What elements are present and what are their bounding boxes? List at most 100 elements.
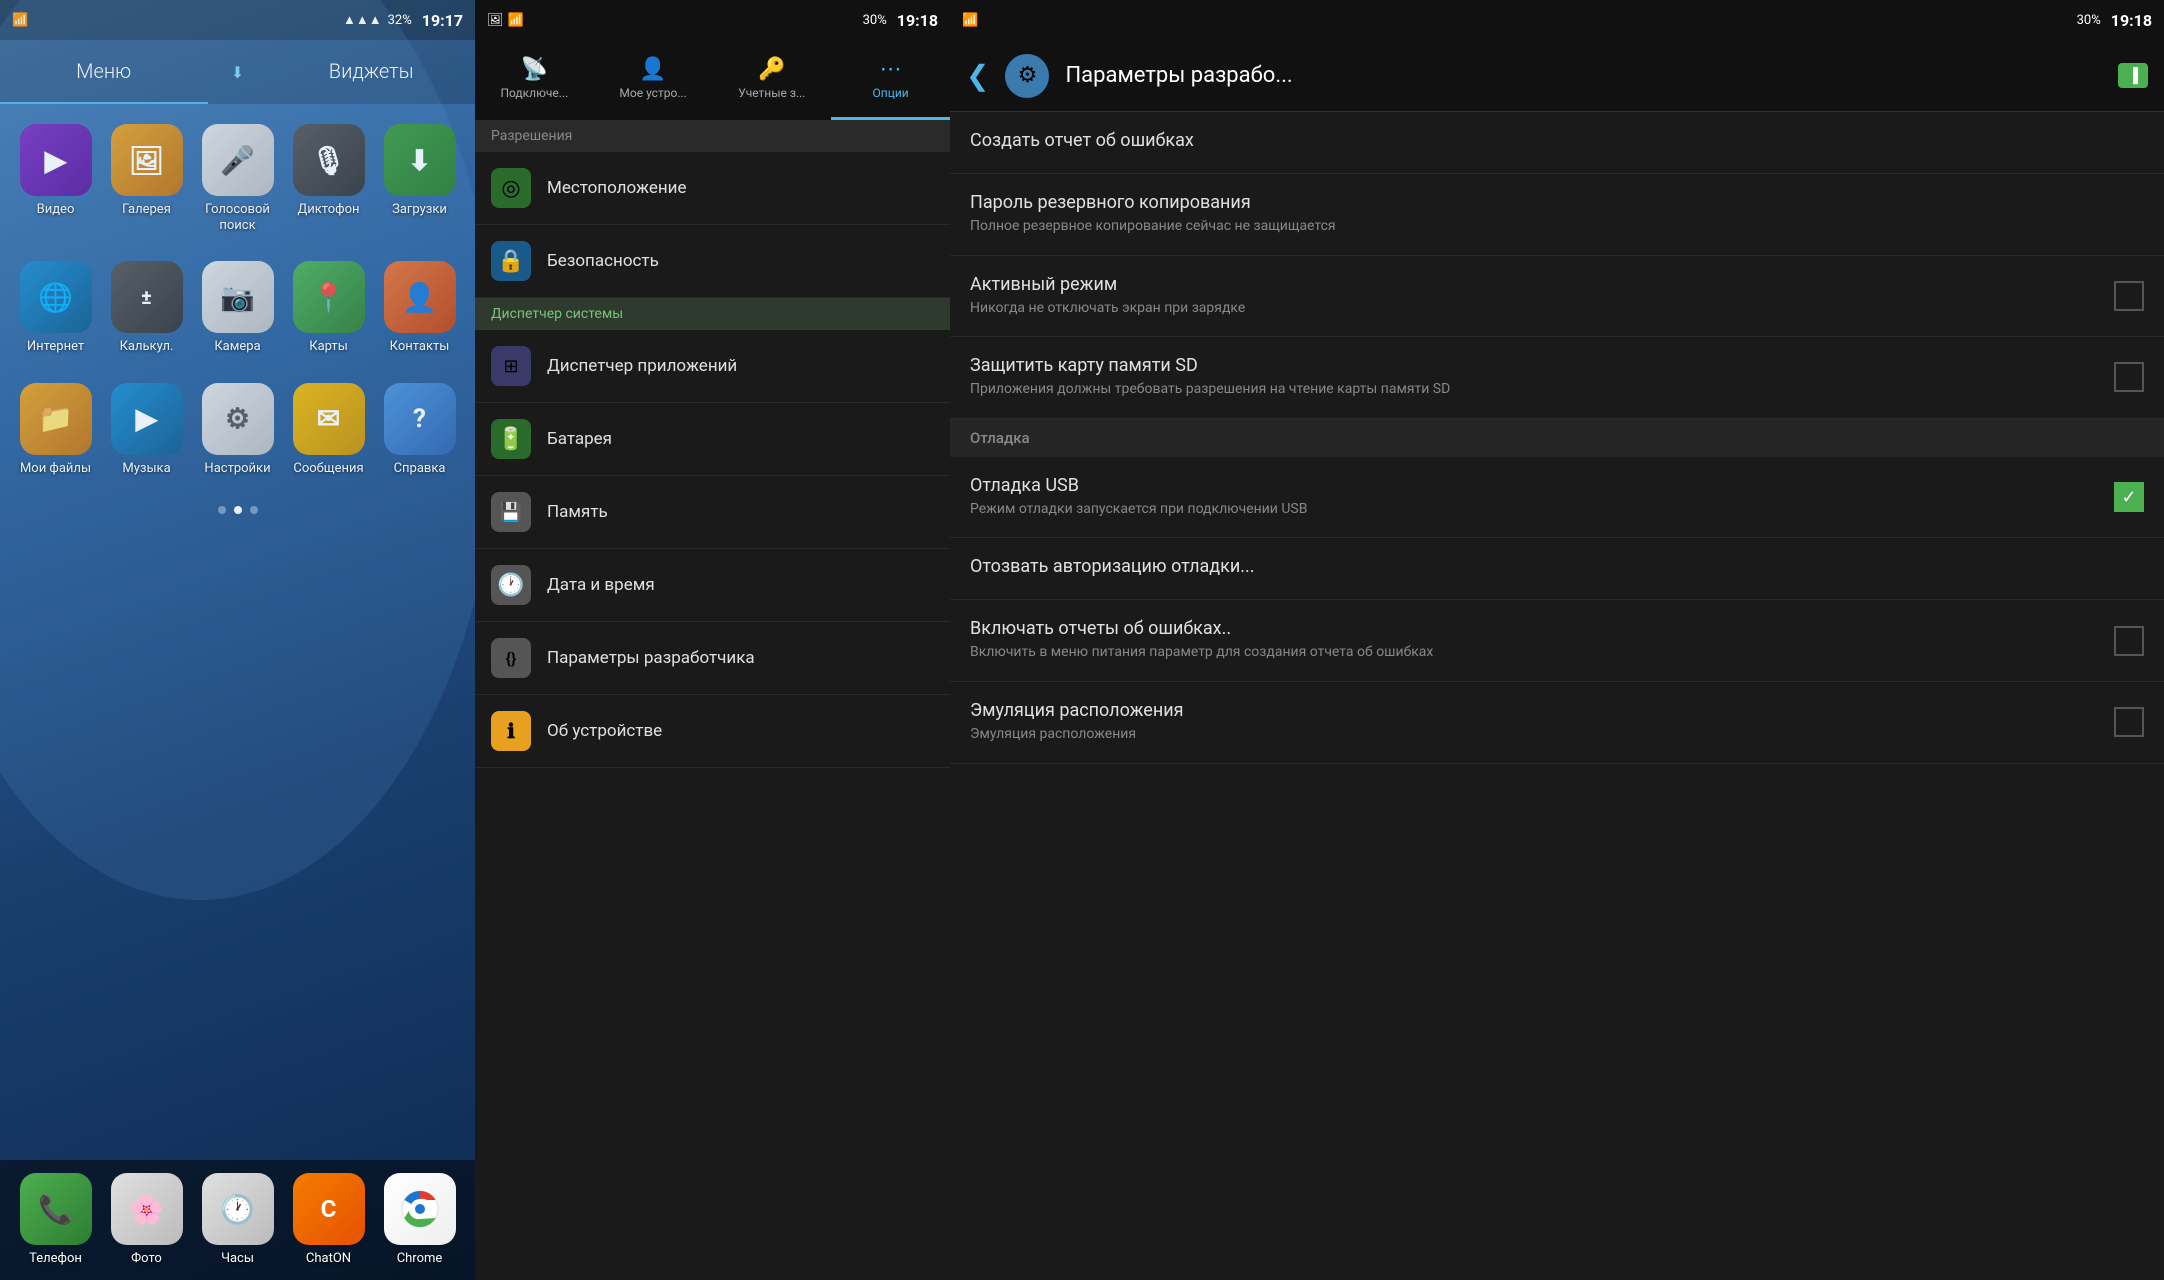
home-status-right: ▲▲▲ 32% 19:17 — [343, 11, 463, 30]
app-help[interactable]: ? Справка — [374, 383, 465, 477]
tab-connect[interactable]: 📡 Подключе... — [475, 40, 594, 120]
dot-2 — [234, 506, 242, 514]
app-maps-label: Карты — [309, 339, 348, 355]
create-report-title: Создать отчет об ошибках — [970, 130, 2144, 151]
devopt-status-bar: 📶 30% 19:18 — [950, 0, 2164, 40]
app-myfiles[interactable]: 📁 Мои файлы — [10, 383, 101, 477]
devopt-item-backup-password[interactable]: Пароль резервного копирования Полное рез… — [950, 174, 2164, 256]
devopt-status-right: 30% 19:18 — [2077, 11, 2152, 30]
page-dots — [0, 496, 475, 524]
devopt-header: ❮ ⚙ Параметры разрабо... ▐ — [950, 40, 2164, 112]
settings-security[interactable]: 🔒 Безопасность — [475, 225, 950, 298]
enable-error-reports-checkbox[interactable] — [2114, 626, 2144, 656]
devopt-item-enable-error-reports[interactable]: Включать отчеты об ошибках.. Включить в … — [950, 600, 2164, 682]
emulate-location-texts: Эмуляция расположения Эмуляция расположе… — [970, 700, 2114, 745]
protect-sd-title: Защитить карту памяти SD — [970, 355, 2114, 376]
app-contacts[interactable]: 👤 Контакты — [374, 261, 465, 355]
tab-connect-label: Подключе... — [500, 86, 568, 100]
tab-accounts[interactable]: 🔑 Учетные з... — [713, 40, 832, 120]
app-voice-label: Голосовой поиск — [192, 202, 283, 233]
app-myfiles-label: Мои файлы — [20, 461, 91, 477]
app-messages[interactable]: ✉ Сообщения — [283, 383, 374, 477]
app-chrome-label: Chrome — [397, 1251, 443, 1267]
usb-debug-title: Отладка USB — [970, 475, 2114, 496]
settings-battery[interactable]: 🔋 Батарея — [475, 403, 950, 476]
settings-datetime[interactable]: 🕐 Дата и время — [475, 549, 950, 622]
create-report-texts: Создать отчет об ошибках — [970, 130, 2144, 155]
devopt-icon: {} — [491, 638, 531, 678]
about-icon: ℹ — [491, 711, 531, 751]
protect-sd-checkbox[interactable] — [2114, 362, 2144, 392]
appmanager-icon: ⊞ — [491, 346, 531, 386]
settings-devopt[interactable]: {} Параметры разработчика — [475, 622, 950, 695]
app-dictaphone[interactable]: 🎙 Диктофон — [283, 124, 374, 233]
devopt-item-create-report[interactable]: Создать отчет об ошибках — [950, 112, 2164, 174]
usb-debug-checkbox[interactable]: ✓ — [2114, 482, 2144, 512]
settings-location[interactable]: ◎ Местоположение — [475, 152, 950, 225]
app-help-icon: ? — [384, 383, 456, 455]
revoke-auth-texts: Отозвать авторизацию отладки... — [970, 556, 2144, 581]
app-settings[interactable]: ⚙ Настройки — [192, 383, 283, 477]
datetime-label: Дата и время — [547, 575, 655, 595]
backup-password-title: Пароль резервного копирования — [970, 192, 2144, 213]
tab-mydevice[interactable]: 👤 Мое устро... — [594, 40, 713, 120]
app-dictaphone-icon: 🎙 — [293, 124, 365, 196]
app-chrome[interactable]: Chrome — [384, 1173, 456, 1267]
settings-image-icon: 🖼 — [487, 13, 504, 28]
emulate-location-checkbox[interactable] — [2114, 707, 2144, 737]
app-camera[interactable]: 📷 Камера — [192, 261, 283, 355]
app-phone[interactable]: 📞 Телефон — [20, 1173, 92, 1267]
settings-about[interactable]: ℹ Об устройстве — [475, 695, 950, 768]
app-gallery[interactable]: 🖼 Галерея — [101, 124, 192, 233]
tab-widgets[interactable]: Виджеты — [268, 40, 476, 104]
settings-panel: 🖼 📶 30% 19:18 📡 Подключе... 👤 Мое устро.… — [475, 0, 950, 1280]
active-mode-checkbox[interactable] — [2114, 281, 2144, 311]
location-label: Местоположение — [547, 178, 687, 198]
tab-mydevice-label: Мое устро... — [619, 86, 686, 100]
devopt-time: 19:18 — [2111, 11, 2152, 30]
app-music[interactable]: ▶ Музыка — [101, 383, 192, 477]
devopt-battery-label: ▐ — [2128, 68, 2138, 84]
app-video[interactable]: ▶ Видео — [10, 124, 101, 233]
tab-download-button[interactable]: ⬇ — [208, 40, 268, 104]
enable-error-reports-title: Включать отчеты об ошибках.. — [970, 618, 2114, 639]
app-downloads[interactable]: ⬇ Загрузки — [374, 124, 465, 233]
home-screen: 📶 ▲▲▲ 32% 19:17 Меню ⬇ Виджеты ▶ Видео 🖼… — [0, 0, 475, 1280]
location-icon: ◎ — [491, 168, 531, 208]
app-downloads-icon: ⬇ — [384, 124, 456, 196]
settings-status-right: 30% 19:18 — [863, 11, 938, 30]
devopt-item-revoke-auth[interactable]: Отозвать авторизацию отладки... — [950, 538, 2164, 600]
devopt-item-protect-sd[interactable]: Защитить карту памяти SD Приложения долж… — [950, 337, 2164, 419]
dot-1 — [218, 506, 226, 514]
tab-accounts-label: Учетные з... — [738, 86, 805, 100]
settings-appmanager[interactable]: ⊞ Диспетчер приложений — [475, 330, 950, 403]
app-voice[interactable]: 🎤 Голосовой поиск — [192, 124, 283, 233]
app-chaton[interactable]: C ChatON — [293, 1173, 365, 1267]
backup-password-subtitle: Полное резервное копирование сейчас не з… — [970, 217, 2144, 237]
devopt-item-emulate-location[interactable]: Эмуляция расположения Эмуляция расположе… — [950, 682, 2164, 764]
app-music-label: Музыка — [122, 461, 170, 477]
settings-wifi-icon: 📶 — [508, 13, 524, 28]
datetime-icon: 🕐 — [491, 565, 531, 605]
active-mode-subtitle: Никогда не отключать экран при зарядке — [970, 299, 2114, 319]
app-messages-label: Сообщения — [293, 461, 363, 477]
devopt-item-usb-debug[interactable]: Отладка USB Режим отладки запускается пр… — [950, 457, 2164, 539]
tab-options[interactable]: ⋯ Опции — [831, 40, 950, 120]
settings-memory[interactable]: 💾 Память — [475, 476, 950, 549]
tab-menu[interactable]: Меню — [0, 40, 208, 104]
app-calc[interactable]: ± Калькул. — [101, 261, 192, 355]
emulate-location-subtitle: Эмуляция расположения — [970, 725, 2114, 745]
app-chaton-label: ChatON — [306, 1251, 351, 1267]
devopt-status-left: 📶 — [962, 13, 978, 28]
app-internet[interactable]: 🌐 Интернет — [10, 261, 101, 355]
devopt-item-active-mode[interactable]: Активный режим Никогда не отключать экра… — [950, 256, 2164, 338]
app-maps[interactable]: 📍 Карты — [283, 261, 374, 355]
devopt-title: Параметры разрабо... — [1065, 63, 2102, 88]
app-phone-label: Телефон — [29, 1251, 82, 1267]
app-chaton-icon: C — [293, 1173, 365, 1245]
appmanager-label: Диспетчер приложений — [547, 356, 737, 376]
back-button[interactable]: ❮ — [966, 59, 989, 92]
permissions-header-label: Разрешения — [491, 128, 572, 144]
app-clock[interactable]: 🕐 Часы — [202, 1173, 274, 1267]
app-photos[interactable]: 🌸 Фото — [111, 1173, 183, 1267]
